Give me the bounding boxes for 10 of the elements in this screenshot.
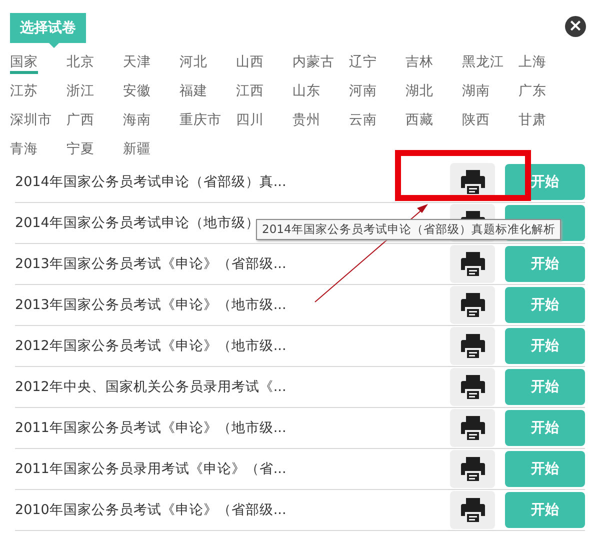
section-tag: 选择试卷 [10, 13, 86, 48]
paper-title: 2010年国家公务员考试《申论》（省部级... [15, 501, 286, 519]
paper-title: 2014年国家公务员考试申论（省部级）真... [15, 173, 286, 191]
paper-title: 2013年国家公务员考试《申论》（地市级... [15, 296, 286, 314]
paper-title: 2013年国家公务员考试《申论》（省部级... [15, 255, 286, 273]
tooltip: 2014年国家公务员考试申论（省部级）真题标准化解析 [256, 219, 562, 240]
paper-title: 2011年国家公务员录用考试《申论》（省... [15, 460, 286, 478]
paper-title: 2012年国家公务员考试《申论》（地市级... [15, 337, 286, 355]
paper-title: 2012年中央、国家机关公务员录用考试《... [15, 378, 286, 396]
paper-title: 2011年国家公务员考试《申论》（地市级... [15, 419, 286, 437]
